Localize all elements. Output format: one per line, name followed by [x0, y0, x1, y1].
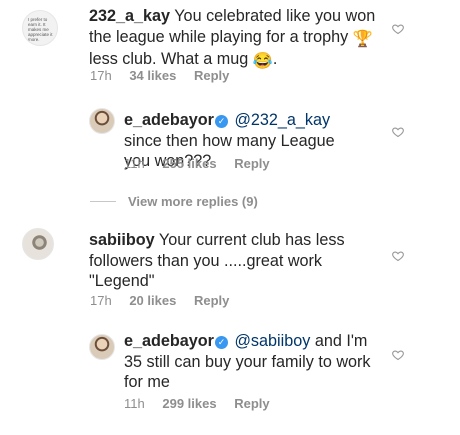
view-more-replies-button[interactable]: View more replies (9)	[90, 194, 258, 209]
comment-likes[interactable]: 34 likes	[129, 68, 176, 83]
heart-outline-icon[interactable]	[392, 349, 404, 361]
reply-button[interactable]: Reply	[194, 68, 229, 83]
divider-line	[90, 201, 116, 202]
comment-username[interactable]: 232_a_kay	[89, 7, 170, 25]
avatar[interactable]: I prefer to earn it. It makes me appreci…	[22, 10, 58, 46]
comment-time: 17h	[90, 293, 112, 308]
comment-meta: 17h 20 likes Reply	[90, 293, 243, 308]
verified-badge-icon: ✓	[214, 336, 228, 349]
avatar[interactable]	[89, 334, 115, 360]
comment-likes[interactable]: 20 likes	[129, 293, 176, 308]
comment-meta: 17h 34 likes Reply	[90, 68, 243, 83]
heart-outline-icon[interactable]	[392, 250, 404, 262]
comment-body-continued: less club. What a mug	[89, 50, 249, 68]
reply-mention[interactable]: @sabiiboy	[234, 332, 310, 350]
comment-text: sabiiboy Your current club has less foll…	[89, 230, 359, 292]
verified-badge-icon: ✓	[214, 115, 228, 128]
reply-username[interactable]: e_adebayor	[124, 111, 214, 129]
reply-time: 11h	[124, 156, 145, 171]
reply-button[interactable]: Reply	[234, 156, 269, 171]
comment-username[interactable]: sabiiboy	[89, 231, 155, 249]
reply-mention[interactable]: @232_a_kay	[234, 111, 330, 129]
reply-button[interactable]: Reply	[234, 396, 269, 411]
avatar[interactable]	[22, 228, 54, 260]
reply-text: e_adebayor ✓ @sabiiboy and I'm 35 still c…	[124, 331, 382, 393]
laughing-emoji: 😂	[252, 52, 273, 70]
avatar[interactable]	[89, 108, 115, 134]
reply-likes[interactable]: 255 likes	[162, 156, 216, 171]
reply-username[interactable]: e_adebayor	[124, 332, 214, 350]
heart-outline-icon[interactable]	[392, 126, 404, 138]
comment-time: 17h	[90, 68, 112, 83]
comment-end: .	[272, 50, 278, 68]
reply-time: 11h	[124, 396, 145, 411]
trophy-emoji: 🏆	[352, 29, 373, 48]
comment-text: 232_a_kay You celebrated like you won th…	[89, 6, 389, 72]
reply-meta: 11h 299 likes Reply	[124, 396, 284, 411]
heart-outline-icon[interactable]	[392, 23, 404, 35]
reply-likes[interactable]: 299 likes	[162, 396, 216, 411]
reply-button[interactable]: Reply	[194, 293, 229, 308]
reply-meta: 11h 255 likes Reply	[124, 156, 284, 171]
view-more-label: View more replies (9)	[128, 194, 258, 209]
